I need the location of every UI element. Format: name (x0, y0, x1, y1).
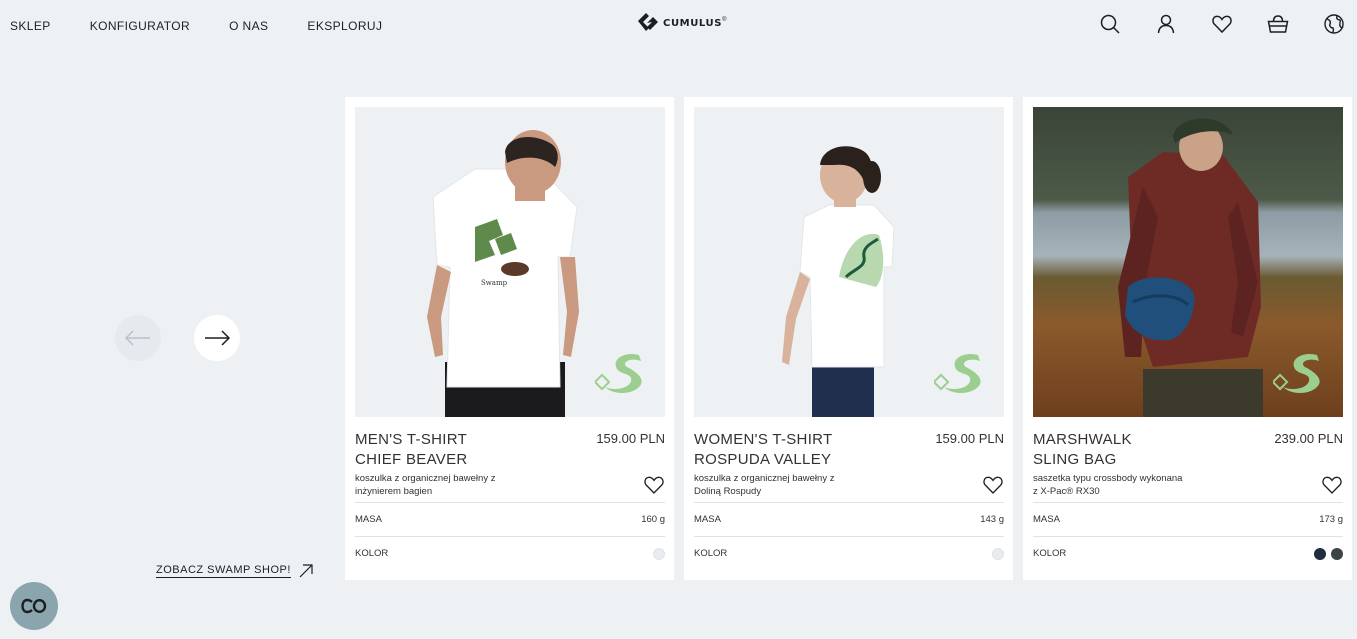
spec-mass-value: 173 g (1319, 514, 1343, 525)
logo-text: CUMULUS (663, 17, 723, 29)
logo-mark-icon (638, 13, 658, 31)
carousel-prev-button[interactable] (115, 315, 161, 361)
spec-mass-value: 160 g (641, 514, 665, 525)
color-swatch-graphite[interactable] (1331, 547, 1343, 560)
co-widget-button[interactable] (10, 582, 58, 630)
wishlist-heart-icon[interactable] (982, 474, 1004, 496)
nav-sklep[interactable]: SKLEP (10, 19, 51, 33)
wishlist-heart-icon[interactable] (643, 474, 665, 496)
product-price: 159.00 PLN (596, 431, 665, 446)
color-swatches (648, 547, 665, 560)
product-name[interactable]: MEN'S T-SHIRT CHIEF BEAVER (355, 430, 468, 470)
product-price: 159.00 PLN (935, 431, 1004, 446)
nav-konfigurator[interactable]: KONFIGURATOR (90, 19, 190, 33)
desc-line1: koszulka z organicznej bawełny z (355, 473, 496, 484)
product-description: saszetka typu crossbody wykonana z X-Pac… (1033, 472, 1193, 498)
product-name-line2: SLING BAG (1033, 451, 1117, 468)
spec-mass-row: MASA 160 g (355, 502, 665, 536)
color-swatch-navy[interactable] (1314, 547, 1326, 560)
globe-icon[interactable] (1323, 13, 1345, 35)
desc-line2: inżynierem bagien (355, 486, 433, 497)
spec-mass-row: MASA 143 g (694, 502, 1004, 536)
carousel-next-button[interactable] (194, 315, 240, 361)
arrow-left-icon (124, 330, 150, 346)
spec-color-label: KOLOR (694, 548, 728, 559)
co-logo-icon (21, 598, 47, 614)
spec-color-row: KOLOR (694, 536, 1004, 570)
product-card[interactable]: MARSHWALK SLING BAG 239.00 PLN saszetka … (1023, 97, 1352, 580)
cumulus-logo[interactable]: CUMULUS ® (636, 11, 727, 35)
product-description: koszulka z organicznej bawełny z inżynie… (355, 472, 515, 498)
product-specs: MASA 143 g KOLOR (694, 502, 1004, 570)
product-specs: MASA 173 g KOLOR (1033, 502, 1343, 570)
desc-line1: koszulka z organicznej bawełny z (694, 473, 835, 484)
wishlist-heart-icon[interactable] (1321, 474, 1343, 496)
user-icon[interactable] (1155, 13, 1177, 35)
main-nav: SKLEP KONFIGURATOR O NAS EKSPLORUJ (10, 19, 421, 33)
spec-mass-label: MASA (1033, 514, 1060, 525)
color-swatch[interactable] (653, 547, 665, 560)
product-name-line1: MEN'S T-SHIRT (355, 431, 468, 448)
swamp-shop-link[interactable]: ZOBACZ SWAMP SHOP! (156, 564, 313, 578)
product-name-line2: CHIEF BEAVER (355, 451, 468, 468)
spec-mass-value: 143 g (980, 514, 1004, 525)
swamp-badge-icon (1273, 353, 1320, 393)
logo-trademark: ® (722, 17, 727, 23)
header-icons (1065, 13, 1345, 35)
heart-icon[interactable] (1211, 13, 1233, 35)
spec-mass-label: MASA (694, 514, 721, 525)
color-swatches (987, 547, 1004, 560)
spec-mass-row: MASA 173 g (1033, 502, 1343, 536)
product-image[interactable] (1033, 107, 1343, 417)
desc-line1: saszetka typu crossbody wykonana (1033, 473, 1183, 484)
color-swatch[interactable] (992, 547, 1004, 560)
spec-color-row: KOLOR (1033, 536, 1343, 570)
swamp-badge-icon (595, 353, 642, 393)
desc-line2: z X-Pac® RX30 (1033, 486, 1100, 497)
color-swatches (1309, 547, 1343, 560)
product-image[interactable] (694, 107, 1004, 417)
product-price: 239.00 PLN (1274, 431, 1343, 446)
search-icon[interactable] (1099, 13, 1121, 35)
spec-color-row: KOLOR (355, 536, 665, 570)
product-description: koszulka z organicznej bawełny z Doliną … (694, 472, 854, 498)
arrow-up-right-icon (299, 564, 313, 578)
nav-o-nas[interactable]: O NAS (229, 19, 268, 33)
product-name[interactable]: MARSHWALK SLING BAG (1033, 430, 1132, 470)
spec-mass-label: MASA (355, 514, 382, 525)
swamp-badge-icon (934, 353, 981, 393)
product-carousel: Swamp MEN'S T-SHIRT CHIEF BEAVER 159.00 … (345, 97, 1352, 580)
product-name-line1: MARSHWALK (1033, 431, 1132, 448)
spec-color-label: KOLOR (355, 548, 389, 559)
product-card[interactable]: Swamp MEN'S T-SHIRT CHIEF BEAVER 159.00 … (345, 97, 674, 580)
product-specs: MASA 160 g KOLOR (355, 502, 665, 570)
basket-icon[interactable] (1267, 13, 1289, 35)
product-name[interactable]: WOMEN'S T-SHIRT ROSPUDA VALLEY (694, 430, 832, 470)
swamp-shop-label: ZOBACZ SWAMP SHOP! (156, 564, 291, 578)
desc-line2: Doliną Rospudy (694, 486, 762, 497)
svg-text:Swamp: Swamp (481, 279, 508, 287)
arrow-right-icon (205, 330, 231, 346)
product-name-line1: WOMEN'S T-SHIRT (694, 431, 833, 448)
product-card[interactable]: WOMEN'S T-SHIRT ROSPUDA VALLEY 159.00 PL… (684, 97, 1013, 580)
product-image[interactable]: Swamp (355, 107, 665, 417)
product-name-line2: ROSPUDA VALLEY (694, 451, 832, 468)
spec-color-label: KOLOR (1033, 548, 1067, 559)
nav-eksploruj[interactable]: EKSPLORUJ (307, 19, 382, 33)
